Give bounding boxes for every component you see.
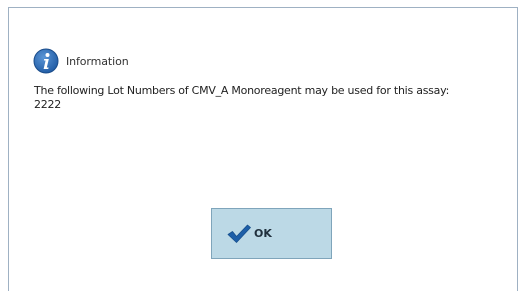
checkmark-icon: [227, 224, 251, 243]
information-icon: [33, 48, 59, 74]
screen: Information The following Lot Numbers of…: [0, 0, 526, 293]
lot-number-value: 2222: [34, 98, 61, 111]
ok-button[interactable]: OK: [211, 208, 332, 259]
dialog-header: Information: [33, 48, 129, 74]
ok-button-label: OK: [254, 227, 272, 240]
dialog-message: The following Lot Numbers of CMV_A Monor…: [34, 84, 514, 112]
dialog-title: Information: [66, 54, 129, 68]
message-line: The following Lot Numbers of CMV_A Monor…: [34, 84, 450, 97]
